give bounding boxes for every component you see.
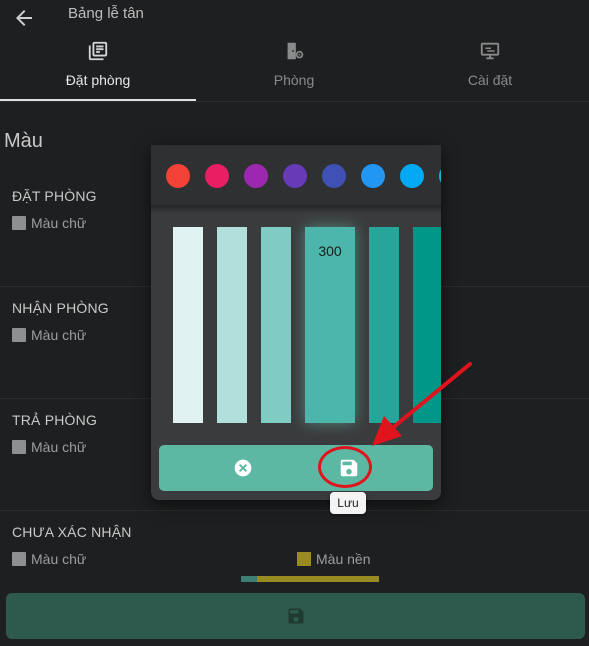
bg-color-swatch[interactable] — [297, 552, 311, 566]
group-title-checkin: NHẬN PHÒNG — [12, 300, 109, 316]
page-title: Bảng lễ tân — [68, 5, 144, 22]
tab-booking[interactable]: Đặt phòng — [0, 36, 196, 100]
hue-swatch[interactable] — [361, 164, 385, 188]
save-icon — [286, 606, 306, 626]
text-color-label: Màu chữ — [31, 215, 87, 231]
hue-swatch[interactable] — [283, 164, 307, 188]
room-settings-icon — [283, 40, 305, 62]
hue-swatch[interactable] — [322, 164, 346, 188]
color-preview-bg — [257, 576, 379, 582]
hue-palette — [151, 145, 441, 205]
tab-label: Phòng — [273, 72, 315, 88]
hue-swatch[interactable] — [244, 164, 268, 188]
divider — [0, 510, 589, 511]
bg-color-label: Màu nền — [316, 551, 371, 567]
group-title-booking: ĐẶT PHÒNG — [12, 188, 97, 204]
booking-icon — [87, 40, 109, 62]
section-title: Màu — [4, 130, 43, 152]
tab-rooms[interactable]: Phòng — [196, 36, 392, 100]
text-color-label: Màu chữ — [31, 439, 87, 455]
tab-label: Đặt phòng — [65, 72, 131, 88]
hue-swatch[interactable] — [205, 164, 229, 188]
highlight-ring — [318, 446, 372, 488]
shade-swatch[interactable] — [173, 227, 203, 423]
text-color-label: Màu chữ — [31, 327, 87, 343]
shade-label: 300 — [318, 243, 342, 259]
cancel-button[interactable] — [233, 458, 253, 478]
dialog-action-bar — [159, 445, 433, 491]
tabs-divider — [0, 101, 589, 102]
color-preview-text — [241, 576, 257, 582]
text-color-checkbox[interactable] — [12, 216, 26, 230]
save-tooltip: Lưu — [330, 492, 366, 514]
shade-swatch[interactable] — [217, 227, 247, 423]
tab-settings[interactable]: Cài đặt — [392, 36, 588, 100]
text-color-checkbox[interactable] — [12, 440, 26, 454]
tab-label: Cài đặt — [467, 72, 513, 88]
group-title-checkout: TRẢ PHÒNG — [12, 412, 98, 428]
text-color-checkbox[interactable] — [12, 328, 26, 342]
group-title-unconfirmed: CHƯA XÁC NHẬN — [12, 524, 132, 540]
settings-monitor-icon — [479, 40, 501, 62]
back-arrow-icon[interactable] — [12, 6, 36, 30]
text-color-label: Màu chữ — [31, 551, 87, 567]
hue-swatch[interactable] — [400, 164, 424, 188]
shade-swatch-selected[interactable]: 300 — [305, 227, 355, 423]
hue-swatch[interactable] — [166, 164, 190, 188]
hue-swatch[interactable] — [439, 164, 441, 188]
annotation-arrow-icon — [360, 358, 476, 450]
shade-swatch[interactable] — [261, 227, 291, 423]
hue-shadow — [151, 205, 441, 213]
text-color-checkbox[interactable] — [12, 552, 26, 566]
